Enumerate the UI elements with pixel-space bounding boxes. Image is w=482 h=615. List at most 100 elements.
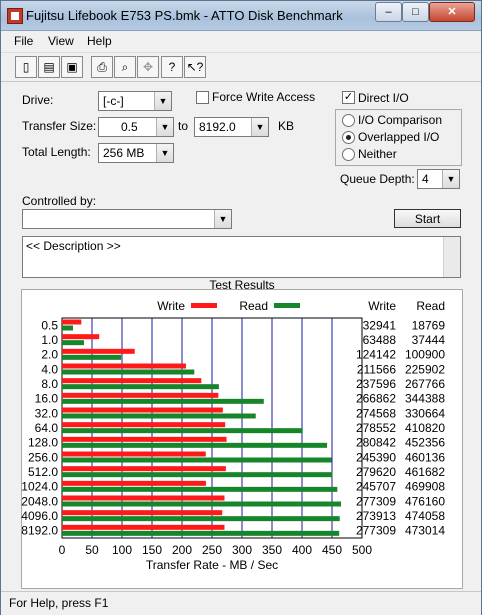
category-label: 8192.0 — [21, 524, 58, 538]
read-bar — [62, 369, 195, 375]
x-tick-label: 200 — [172, 543, 192, 557]
description-scrollbar[interactable] — [443, 237, 460, 277]
close-button[interactable]: ✕ — [429, 2, 475, 22]
x-tick-label: 250 — [202, 543, 222, 557]
read-value: 410820 — [405, 421, 445, 435]
x-tick-label: 0 — [59, 543, 66, 557]
write-value: 63488 — [363, 333, 397, 347]
chevron-down-icon[interactable]: ▼ — [156, 144, 173, 162]
category-label: 64.0 — [35, 421, 59, 435]
read-bar — [62, 384, 219, 390]
total-length-select[interactable]: 256 MB ▼ — [98, 143, 174, 163]
open-icon[interactable]: ▤ — [38, 56, 60, 78]
description-field[interactable]: << Description >> — [22, 236, 461, 278]
queue-depth-value: 4 — [422, 172, 429, 186]
queue-depth-select[interactable]: 4 ▼ — [417, 169, 460, 189]
write-bar — [62, 319, 82, 325]
window-title: Fujitsu Lifebook E753 PS.bmk - ATTO Disk… — [26, 8, 343, 23]
read-value: 452356 — [405, 436, 445, 450]
read-value: 474058 — [405, 509, 445, 523]
neither-label: Neither — [358, 147, 397, 161]
write-bar — [62, 466, 226, 472]
read-bar — [62, 530, 340, 536]
write-value: 245707 — [356, 480, 396, 494]
category-label: 8.0 — [41, 377, 58, 391]
help-icon[interactable]: ? — [161, 56, 183, 78]
chevron-down-icon[interactable]: ▼ — [442, 170, 459, 188]
drive-label: Drive: — [22, 93, 54, 107]
category-label: 32.0 — [35, 406, 59, 420]
category-label: 4096.0 — [21, 509, 58, 523]
read-bar — [62, 325, 73, 331]
read-bar — [62, 457, 332, 463]
context-help-icon[interactable]: ↖? — [184, 56, 206, 78]
write-value: 211566 — [357, 362, 396, 376]
overlapped-io-radio[interactable] — [342, 131, 355, 144]
write-value: 237596 — [356, 377, 396, 391]
x-tick-label: 100 — [112, 543, 132, 557]
new-icon[interactable]: ▯ — [15, 56, 37, 78]
table-write-header: Write — [368, 299, 396, 313]
write-bar — [62, 334, 100, 340]
category-label: 512.0 — [28, 465, 58, 479]
x-tick-label: 500 — [352, 543, 372, 557]
chevron-down-icon[interactable]: ▼ — [214, 210, 231, 228]
category-label: 2048.0 — [21, 494, 58, 508]
force-write-label: Force Write Access — [212, 90, 316, 104]
chevron-down-icon[interactable]: ▼ — [156, 118, 173, 136]
read-bar — [62, 413, 256, 419]
legend-read-swatch — [274, 303, 300, 308]
neither-radio[interactable] — [342, 148, 355, 161]
direct-io-checkbox[interactable]: ✓ — [342, 91, 355, 104]
move-icon[interactable]: ✥ — [137, 56, 159, 78]
x-tick-label: 50 — [85, 543, 99, 557]
transfer-from-value: 0.5 — [121, 120, 138, 134]
force-write-checkbox[interactable] — [196, 91, 209, 104]
write-value: 279620 — [356, 465, 396, 479]
read-value: 344388 — [405, 392, 445, 406]
legend-write-label: Write — [157, 299, 185, 313]
read-bar — [62, 442, 328, 448]
x-tick-label: 400 — [292, 543, 312, 557]
print-preview-icon[interactable]: ⌕ — [114, 56, 136, 78]
chevron-down-icon[interactable]: ▼ — [154, 92, 171, 110]
write-bar — [62, 436, 227, 442]
io-comparison-radio[interactable] — [342, 114, 355, 127]
write-bar — [62, 510, 223, 516]
status-text: For Help, press F1 — [9, 596, 109, 610]
test-results-chart: Test Results Write Read Write Read 0 50 100 150 2… — [21, 278, 445, 572]
maximize-button[interactable]: □ — [402, 2, 429, 22]
transfer-from-select[interactable]: 0.5 ▼ — [98, 117, 174, 137]
write-value: 266862 — [356, 392, 396, 406]
read-value: 460136 — [405, 450, 445, 464]
menu-help[interactable]: Help — [87, 34, 112, 48]
chevron-down-icon[interactable]: ▼ — [251, 118, 268, 136]
write-bar — [62, 363, 186, 369]
title-bar[interactable]: Fujitsu Lifebook E753 PS.bmk - ATTO Disk… — [1, 1, 481, 31]
x-tick-label: 300 — [232, 543, 252, 557]
read-bar — [62, 428, 303, 434]
minimize-button[interactable]: – — [375, 2, 402, 22]
print-icon[interactable]: ⎙ — [91, 56, 113, 78]
write-value: 278552 — [356, 421, 396, 435]
read-value: 267766 — [405, 377, 445, 391]
total-length-value: 256 MB — [103, 146, 145, 160]
controlled-by-label: Controlled by: — [22, 194, 97, 208]
x-axis-label: Transfer Rate - MB / Sec — [146, 558, 278, 572]
read-bar — [62, 486, 338, 492]
read-value: 476160 — [405, 494, 445, 508]
write-bar — [62, 378, 202, 384]
read-bar — [62, 340, 84, 346]
app-window: Fujitsu Lifebook E753 PS.bmk - ATTO Disk… — [0, 0, 482, 615]
save-icon[interactable]: ▣ — [61, 56, 83, 78]
transfer-to-select[interactable]: 8192.0 ▼ — [194, 117, 269, 137]
category-label: 256.0 — [28, 450, 58, 464]
read-bar — [62, 501, 341, 507]
start-button[interactable]: Start — [394, 209, 461, 228]
write-value: 32941 — [363, 318, 397, 332]
menu-file[interactable]: File — [14, 34, 33, 48]
transfer-to-value: 8192.0 — [199, 120, 236, 134]
controlled-by-select[interactable]: ▼ — [22, 209, 232, 229]
menu-view[interactable]: View — [48, 34, 74, 48]
drive-select[interactable]: [-c-] ▼ — [98, 91, 172, 111]
